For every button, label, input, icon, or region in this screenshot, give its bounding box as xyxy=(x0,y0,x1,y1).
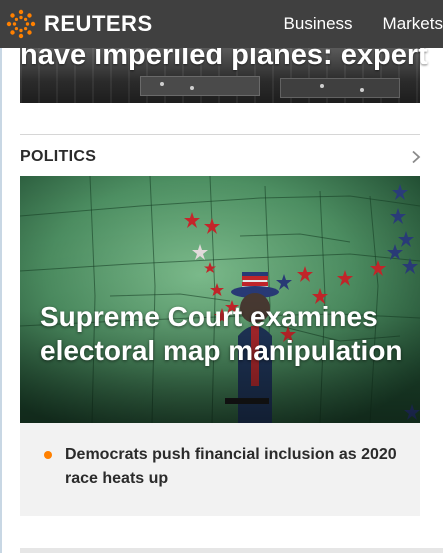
nav-markets[interactable]: Markets xyxy=(383,14,443,34)
feature-headline[interactable]: Supreme Court examines electoral map man… xyxy=(20,300,420,368)
left-rail xyxy=(0,48,2,553)
list-item[interactable]: Democrats push financial inclusion as 20… xyxy=(20,443,420,491)
site-header: REUTERS Business Markets xyxy=(0,0,443,48)
divider xyxy=(20,134,420,135)
bullet-icon xyxy=(44,451,52,459)
hero-image-detail xyxy=(160,82,164,86)
reuters-logo-icon xyxy=(6,9,36,39)
related-headline[interactable]: Democrats push financial inclusion as 20… xyxy=(65,443,400,491)
hero-image-detail xyxy=(190,86,194,90)
nav-business[interactable]: Business xyxy=(284,14,353,34)
main-nav: Business Markets xyxy=(284,0,443,48)
brand-name: REUTERS xyxy=(44,11,153,36)
page: REUTERS Business Markets have imperiled … xyxy=(0,0,443,553)
hero-image-detail xyxy=(360,88,364,92)
reuters-logo[interactable]: REUTERS xyxy=(6,0,153,48)
hero-image-panel xyxy=(280,78,400,98)
section-header[interactable]: POLITICS xyxy=(20,143,423,171)
hero-image-detail xyxy=(320,84,324,88)
related-list: Democrats push financial inclusion as 20… xyxy=(20,423,420,516)
chevron-right-icon[interactable] xyxy=(409,150,423,164)
divider xyxy=(20,548,443,553)
section-title[interactable]: POLITICS xyxy=(20,148,96,166)
